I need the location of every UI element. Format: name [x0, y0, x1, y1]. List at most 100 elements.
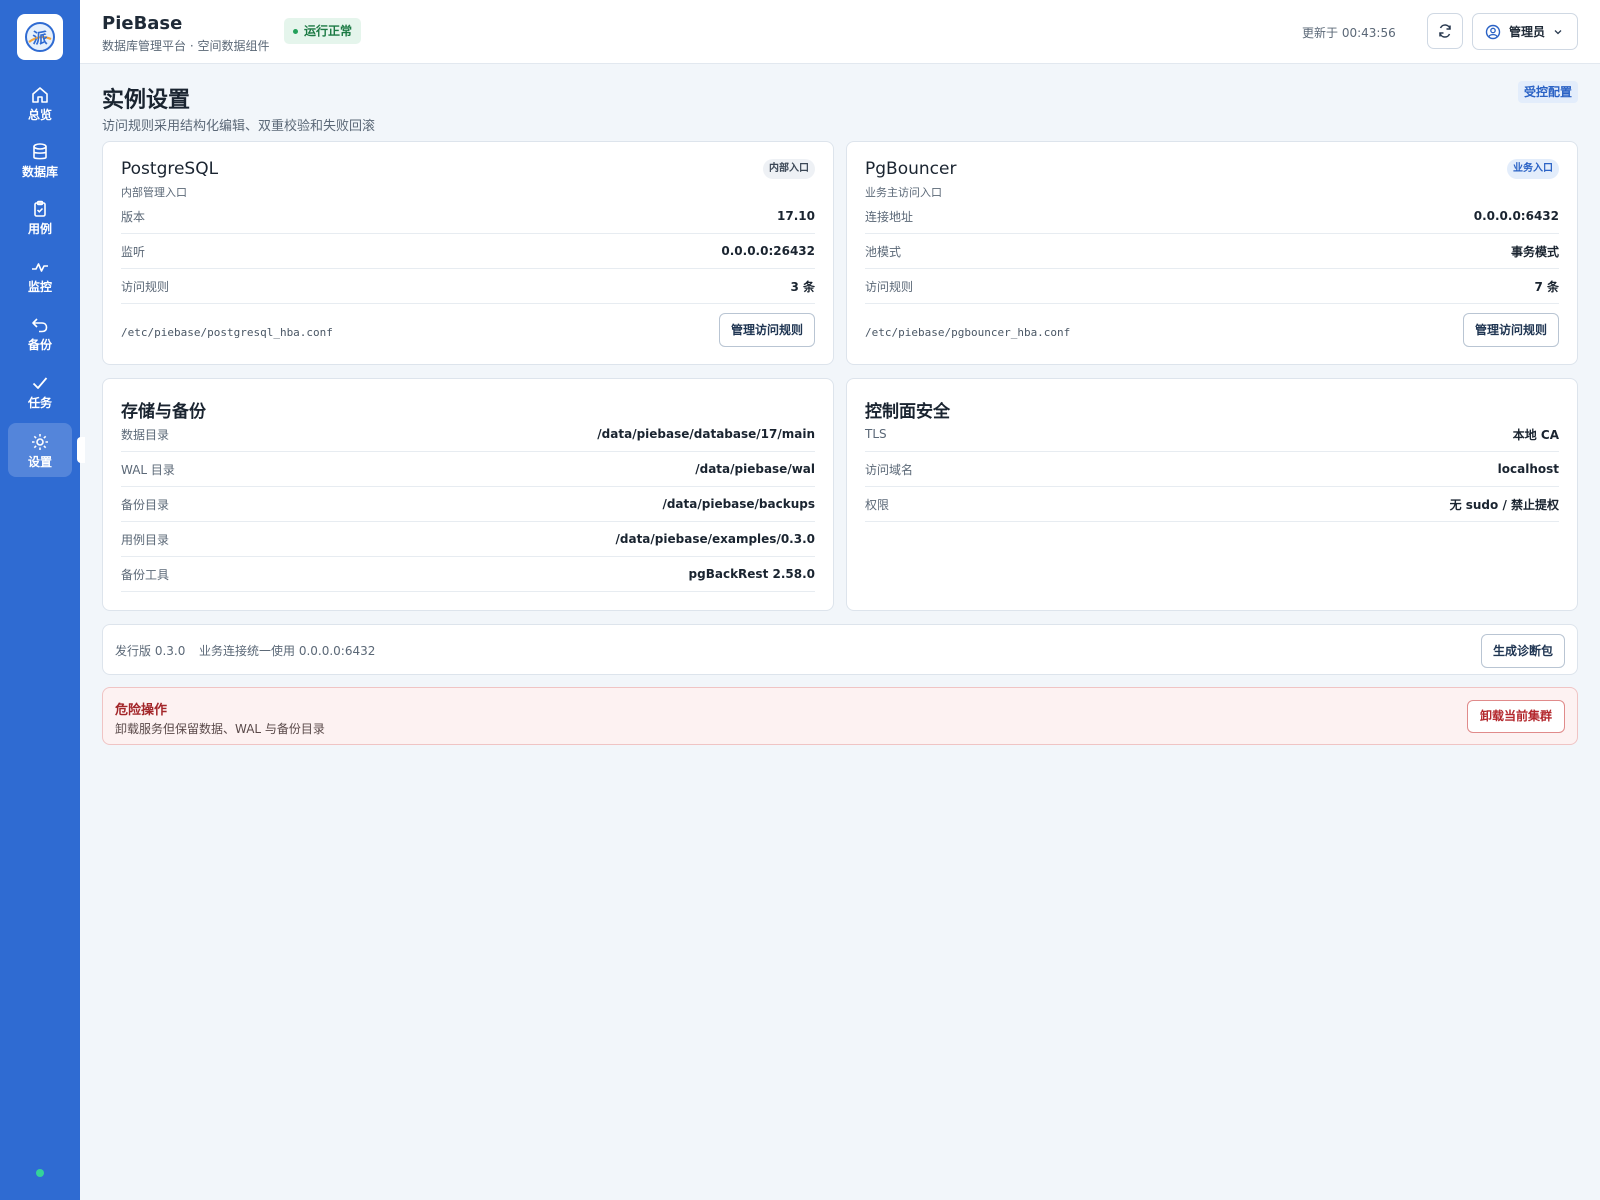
card-subtitle: 内部管理入口: [121, 186, 187, 199]
refresh-icon: [1439, 24, 1451, 38]
status-badge: 运行正常: [284, 18, 362, 44]
clipboard-icon: [34, 200, 46, 217]
sidebar-item-label: 监控: [27, 279, 52, 294]
danger-description: 卸载服务但保留数据、WAL 与备份目录: [115, 722, 325, 736]
info-row: 访问域名 localhost: [865, 452, 1559, 487]
config-path: /etc/piebase/postgresql_hba.conf: [121, 326, 333, 339]
postgresql-card: PostgreSQL 内部入口 内部管理入口 版本 17.10 监听 0.0.0.0…: [102, 141, 834, 365]
info-row: 监听 0.0.0.0:26432: [121, 234, 815, 269]
database-icon: [33, 142, 47, 159]
row-value: /data/piebase/examples/0.3.0: [615, 532, 816, 546]
row-key: 数据目录: [121, 427, 170, 442]
info-row: 版本 17.10: [121, 199, 815, 234]
row-value: 本地 CA: [1512, 427, 1559, 442]
row-key: 池模式: [865, 244, 902, 259]
sidebar-item-tasks[interactable]: 任务: [8, 364, 72, 418]
sidebar-item-overview[interactable]: 总览: [8, 76, 72, 130]
row-value: 0.0.0.0:26432: [721, 244, 815, 258]
config-path: /etc/piebase/pgbouncer_hba.conf: [865, 326, 1071, 339]
row-value: 17.10: [777, 209, 815, 223]
row-value: 0.0.0.0:6432: [1473, 209, 1559, 223]
row-value: 3 条: [790, 279, 815, 294]
logo-char: 派: [32, 29, 48, 47]
row-key: 监听: [121, 244, 146, 259]
app-subtitle: 数据库管理平台 · 空间数据组件: [102, 39, 270, 53]
row-key: 备份工具: [121, 567, 170, 582]
active-indicator: [77, 437, 85, 463]
entry-tag: 内部入口: [763, 159, 815, 179]
page-title: 实例设置: [102, 88, 191, 113]
control-plane-security-card: 控制面安全 TLS 本地 CA 访问域名 localhost 权限无 sudo / …: [846, 378, 1578, 611]
row-key: 访问规则: [865, 279, 914, 294]
row-key: TLS: [865, 427, 887, 441]
row-key: 权限: [865, 497, 890, 512]
updated-timestamp: 更新于 00:43:56: [1302, 26, 1396, 40]
row-value: pgBackRest 2.58.0: [688, 567, 815, 581]
sidebar-item-examples[interactable]: 用例: [8, 190, 72, 244]
page-subtitle: 访问规则采用结构化编辑、双重校验和失败回滚: [102, 119, 376, 134]
generate-diagnostics-button[interactable]: 生成诊断包: [1480, 634, 1565, 668]
card-title: PgBouncer: [865, 159, 957, 179]
check-icon: [32, 376, 48, 389]
info-row: TLS 本地 CA: [865, 417, 1559, 452]
sidebar-item-label: 任务: [27, 395, 52, 410]
row-value: localhost: [1497, 462, 1559, 476]
activity-icon: [32, 262, 48, 272]
row-key: 连接地址: [865, 209, 914, 224]
manage-access-rules-button[interactable]: 管理访问规则: [718, 313, 815, 347]
sidebar-item-label: 总览: [27, 107, 52, 122]
row-key: 备份目录: [121, 497, 170, 512]
row-key: 用例目录: [121, 532, 170, 547]
storage-backup-card: 存储与备份 数据目录/data/piebase/database/17/main…: [102, 378, 834, 611]
uninstall-cluster-button[interactable]: 卸载当前集群: [1466, 700, 1565, 733]
sidebar-item-settings[interactable]: 设置: [8, 423, 72, 477]
info-row: 数据目录/data/piebase/database/17/main: [121, 417, 815, 452]
danger-zone: 危险操作 卸载服务但保留数据、WAL 与备份目录 卸载当前集群: [102, 687, 1578, 745]
row-key: 访问规则: [121, 279, 170, 294]
danger-title: 危险操作: [115, 703, 168, 718]
refresh-button[interactable]: [1427, 13, 1463, 49]
sidebar-item-monitor[interactable]: 监控: [8, 248, 72, 302]
user-menu-button[interactable]: 管理员: [1472, 13, 1578, 50]
sidebar-item-label: 设置: [27, 454, 52, 469]
manage-access-rules-button[interactable]: 管理访问规则: [1462, 313, 1559, 347]
info-row: 池模式 事务模式: [865, 234, 1559, 269]
chevron-down-icon: [1554, 29, 1562, 34]
sidebar-item-backup[interactable]: 备份: [8, 306, 72, 360]
row-value: /data/piebase/database/17/main: [597, 427, 815, 441]
undo-icon: [32, 317, 48, 332]
pgbouncer-card: PgBouncer 业务入口 业务主访问入口 连接地址 0.0.0.0:6432 …: [846, 141, 1578, 365]
info-row: 用例目录/data/piebase/examples/0.3.0: [121, 522, 815, 557]
row-value: /data/piebase/wal: [695, 462, 815, 476]
info-row: 备份目录/data/piebase/backups: [121, 487, 815, 522]
info-row: 访问规则 7 条: [865, 269, 1559, 304]
release-info-bar: 发行版 0.3.0 业务连接统一使用 0.0.0.0:6432 生成诊断包: [102, 624, 1578, 675]
status-text: 运行正常: [304, 24, 353, 38]
gear-icon: [32, 433, 48, 450]
row-value: 无 sudo / 禁止提权: [1449, 497, 1559, 512]
user-name: 管理员: [1509, 25, 1546, 39]
info-row: WAL 目录/data/piebase/wal: [121, 452, 815, 487]
app-logo[interactable]: 派: [17, 14, 63, 60]
home-icon: [32, 86, 48, 103]
sidebar: 派 总览 数据库 用例 监控 备份 任务 设置: [0, 0, 85, 1200]
connection-status-dot: [36, 1169, 44, 1177]
sidebar-item-database[interactable]: 数据库: [8, 133, 72, 187]
info-row: 备份工具 pgBackRest 2.58.0: [121, 557, 815, 592]
row-value: 7 条: [1534, 279, 1559, 294]
sidebar-item-label: 用例: [27, 221, 52, 236]
card-subtitle: 业务主访问入口: [865, 186, 942, 199]
controlled-config-badge: 受控配置: [1518, 81, 1579, 103]
sidebar-item-label: 备份: [27, 337, 52, 352]
info-row: 连接地址 0.0.0.0:6432: [865, 199, 1559, 234]
release-version: 发行版 0.3.0: [115, 644, 186, 658]
row-key: 访问域名: [865, 462, 914, 477]
card-title: PostgreSQL: [121, 159, 219, 179]
sidebar-item-label: 数据库: [21, 164, 58, 179]
info-row: 访问规则 3 条: [121, 269, 815, 304]
user-icon: [1485, 24, 1501, 39]
row-value: 事务模式: [1510, 244, 1559, 259]
status-dot: [293, 29, 298, 34]
info-row: 权限 无 sudo / 禁止提权: [865, 487, 1559, 522]
connection-info: 业务连接统一使用 0.0.0.0:6432: [199, 644, 376, 658]
